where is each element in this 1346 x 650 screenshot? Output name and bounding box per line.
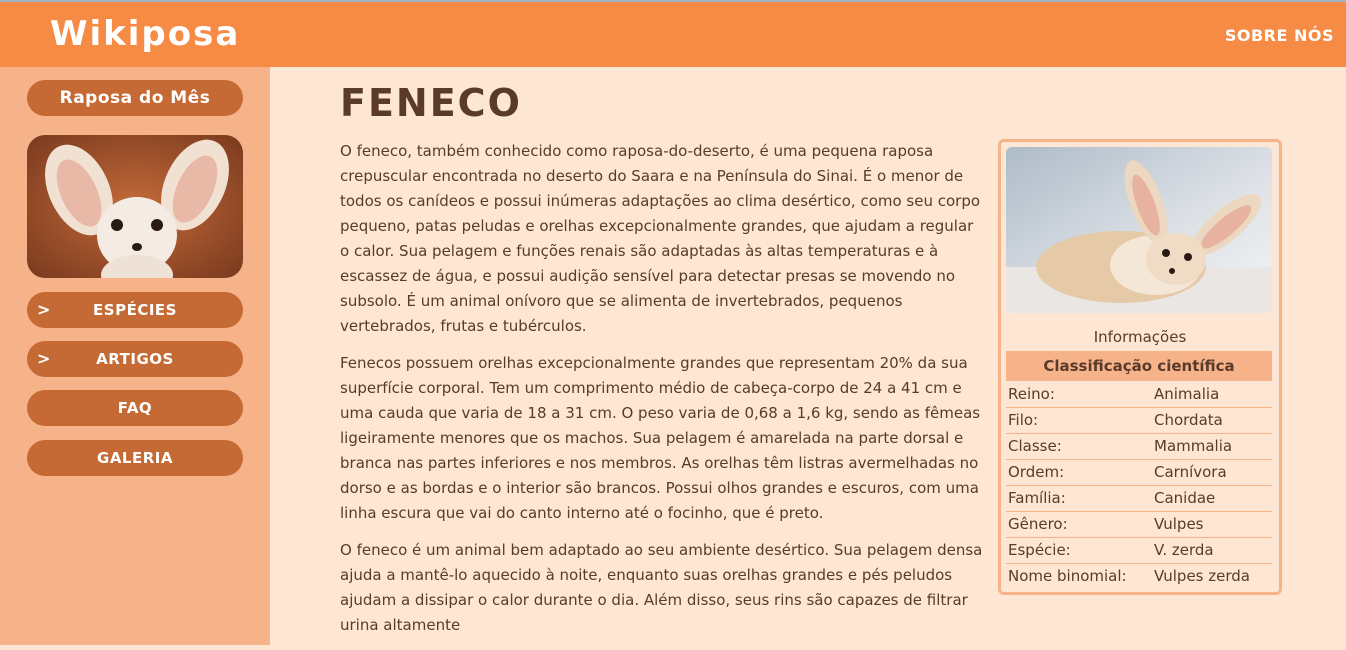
row-key: Nome binomial: xyxy=(1008,567,1127,585)
nav-artigos-label: ARTIGOS xyxy=(96,350,174,368)
row-key: Gênero: xyxy=(1008,515,1068,533)
row-key: Filo: xyxy=(1008,411,1039,429)
nav-faq-button[interactable]: FAQ xyxy=(27,390,243,426)
fox-of-month-image[interactable] xyxy=(27,135,243,278)
nav-galeria-label: GALERIA xyxy=(97,449,173,467)
infobox-title: Informações xyxy=(1093,328,1187,346)
infobox: Informações Classificação científica Rei… xyxy=(998,139,1282,595)
table-row: Classe: Mammalia xyxy=(1006,434,1272,460)
classification-table: Reino: Animalia Filo: Chordata Classe: Mamm… xyxy=(1006,382,1272,589)
table-row: Ordem: Carnívora xyxy=(1006,460,1272,486)
table-row: Reino: Animalia xyxy=(1006,382,1272,408)
row-key: Espécie: xyxy=(1008,541,1071,559)
article-paragraph: O feneco, também conhecido como raposa-d… xyxy=(340,142,981,335)
table-row: Nome binomial: Vulpes zerda xyxy=(1006,564,1272,589)
row-key: Classe: xyxy=(1008,437,1062,455)
row-value: V. zerda xyxy=(1154,541,1214,559)
sidebar: Raposa do Mês > ESPÉCIES > ARTIGOS FAQ G… xyxy=(0,67,270,645)
row-value: Vulpes zerda xyxy=(1154,567,1250,585)
article-body: O feneco, também conhecido como raposa-d… xyxy=(340,139,985,650)
fox-of-month-heading: Raposa do Mês xyxy=(27,80,243,116)
nav-galeria-button[interactable]: GALERIA xyxy=(27,440,243,476)
nav-especies-button[interactable]: > ESPÉCIES xyxy=(27,292,243,328)
row-value: Animalia xyxy=(1154,385,1220,403)
infobox-image[interactable] xyxy=(1006,147,1272,313)
article-paragraph: O feneco é um animal bem adaptado ao seu… xyxy=(340,541,983,634)
row-value: Mammalia xyxy=(1154,437,1233,455)
row-key: Família: xyxy=(1008,489,1066,507)
site-header: Wikiposa SOBRE NÓS xyxy=(0,2,1346,67)
nav-artigos-button[interactable]: > ARTIGOS xyxy=(27,341,243,377)
row-key: Reino: xyxy=(1008,385,1055,403)
article-paragraph: Fenecos possuem orelhas excepcionalmente… xyxy=(340,354,981,522)
row-value: Carnívora xyxy=(1154,463,1227,481)
chevron-right-icon: > xyxy=(37,349,51,368)
table-row: Filo: Chordata xyxy=(1006,408,1272,434)
classification-heading: Classificação científica xyxy=(1006,351,1272,381)
main-content: FENECO O feneco, também conhecido como r… xyxy=(270,67,1346,645)
chevron-right-icon: > xyxy=(37,300,51,319)
row-value: Vulpes xyxy=(1154,515,1204,533)
row-value: Chordata xyxy=(1154,411,1223,429)
row-value: Canidae xyxy=(1154,489,1216,507)
table-row: Família: Canidae xyxy=(1006,486,1272,512)
nav-faq-label: FAQ xyxy=(117,399,153,417)
page-title: FENECO xyxy=(340,81,522,125)
table-row: Espécie: V. zerda xyxy=(1006,538,1272,564)
row-key: Ordem: xyxy=(1008,463,1065,481)
nav-especies-label: ESPÉCIES xyxy=(93,301,177,319)
site-logo[interactable]: Wikiposa xyxy=(50,14,240,54)
table-row: Gênero: Vulpes xyxy=(1006,512,1272,538)
about-us-link[interactable]: SOBRE NÓS xyxy=(1225,26,1334,45)
